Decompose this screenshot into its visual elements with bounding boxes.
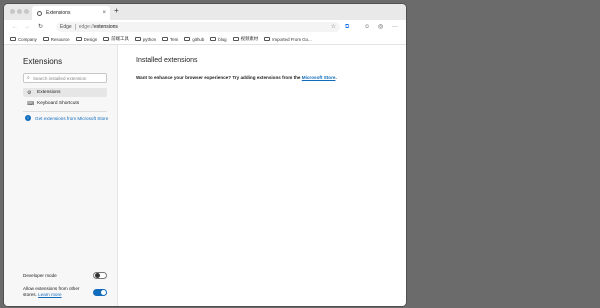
- tab-bar: Extensions × +: [4, 4, 406, 20]
- sidebar-item-keyboard-shortcuts[interactable]: ⌨ Keyboard Shortcuts: [23, 99, 107, 108]
- folder-icon: [10, 37, 16, 41]
- bookmarks-bar: Company Resource Design 前端工具 python Tem …: [4, 34, 406, 45]
- folder-icon: [210, 37, 217, 41]
- allow-other-stores-row: Allow extensions from other stores. Lear…: [23, 286, 107, 298]
- sidebar-title: Extensions: [23, 57, 63, 66]
- folder-icon: [42, 37, 49, 41]
- empty-state-text: Want to enhance your browser experience?…: [136, 75, 302, 80]
- tab-title: Extensions: [46, 10, 71, 16]
- bookmark-folder[interactable]: blog: [210, 36, 227, 42]
- url-host: extensions: [93, 24, 118, 30]
- bookmark-folder[interactable]: github: [184, 37, 204, 42]
- folder-icon: [264, 37, 271, 41]
- folder-icon: [103, 37, 110, 41]
- extensions-toolbar-icon[interactable]: ⧉: [345, 23, 349, 31]
- omnibox-divider: [74, 24, 76, 30]
- extensions-page: Extensions ⌕ ⚙ Extensions ⌨ Keyboard Sho…: [4, 45, 406, 306]
- info-icon: i: [25, 115, 31, 121]
- search-box[interactable]: ⌕: [23, 73, 107, 83]
- sidebar-item-label: Extensions: [37, 90, 61, 95]
- new-tab-button[interactable]: +: [114, 7, 119, 15]
- bookmark-folder[interactable]: Resource: [42, 36, 70, 42]
- bookmark-label: github: [192, 36, 205, 42]
- developer-mode-row: Developer mode: [23, 272, 107, 279]
- bookmark-label: Tem: [170, 36, 179, 42]
- bookmark-folder[interactable]: 视频素材: [232, 36, 259, 42]
- address-toolbar: ← → ↻ Edge edge:// extensions ☆ ⧉ ☺ ◎ ··…: [4, 20, 406, 34]
- folder-icon: [232, 37, 239, 41]
- bookmark-label: blog: [218, 36, 227, 42]
- maximize-window-button[interactable]: [24, 9, 29, 14]
- get-extensions-label: Get extensions from Microsoft Store: [35, 115, 109, 121]
- reload-icon[interactable]: ↻: [38, 23, 43, 31]
- bookmark-folder[interactable]: Imported From Go...: [264, 37, 312, 42]
- extensions-favicon-icon: [37, 10, 42, 16]
- gear-icon: ⚙: [27, 89, 32, 96]
- bookmark-label: Design: [83, 36, 98, 42]
- edge-label: Edge: [60, 24, 72, 30]
- main-content: Installed extensions Want to enhance you…: [118, 45, 406, 306]
- allow-other-stores-text: Allow extensions from other stores. Lear…: [23, 286, 85, 298]
- microsoft-store-link[interactable]: Microsoft Store: [302, 75, 336, 80]
- folder-icon: [75, 37, 82, 41]
- sidebar-item-label: Keyboard Shortcuts: [37, 101, 80, 106]
- bookmark-label: Imported From Go...: [272, 36, 312, 42]
- folder-icon: [134, 37, 141, 41]
- search-input[interactable]: [32, 75, 103, 81]
- bookmark-folder[interactable]: python: [134, 36, 157, 42]
- search-icon: ⌕: [27, 75, 30, 81]
- bookmark-folder[interactable]: Design: [75, 36, 98, 42]
- bookmark-label: 前端工具: [111, 36, 129, 41]
- bookmark-label: Resource: [50, 36, 70, 42]
- forward-arrow-icon[interactable]: →: [24, 23, 30, 31]
- folder-icon: [162, 37, 169, 41]
- browser-window: Extensions × + ← → ↻ Edge edge:// extens…: [4, 4, 406, 306]
- toggle-knob: [95, 273, 100, 278]
- sidebar-divider: [23, 111, 107, 112]
- page-title: Installed extensions: [136, 57, 198, 64]
- folder-icon: [184, 37, 191, 41]
- menu-icon[interactable]: ···: [392, 23, 398, 31]
- learn-more-link[interactable]: Learn more: [38, 292, 62, 297]
- address-bar[interactable]: Edge edge:// extensions ☆: [56, 22, 340, 32]
- favorite-star-icon[interactable]: ☆: [331, 23, 336, 30]
- profile-icon[interactable]: ☺: [364, 23, 370, 31]
- developer-mode-toggle[interactable]: [93, 272, 107, 279]
- developer-mode-label: Developer mode: [23, 273, 57, 278]
- sidebar-item-extensions[interactable]: ⚙ Extensions: [23, 88, 107, 97]
- bookmark-label: python: [142, 36, 157, 42]
- bookmark-folder[interactable]: Company: [10, 37, 37, 42]
- empty-state-message: Want to enhance your browser experience?…: [136, 75, 337, 80]
- close-window-button[interactable]: [10, 9, 15, 14]
- bookmark-folder[interactable]: Tem: [162, 37, 178, 42]
- back-arrow-icon[interactable]: ←: [12, 23, 18, 31]
- allow-other-stores-toggle[interactable]: [93, 289, 107, 296]
- url-scheme: edge://: [78, 24, 94, 30]
- toggle-knob: [101, 290, 106, 295]
- close-tab-icon[interactable]: ×: [102, 10, 106, 16]
- tab-extensions[interactable]: Extensions ×: [32, 6, 110, 20]
- keyboard-icon: ⌨: [27, 100, 35, 107]
- extensions-sidebar: Extensions ⌕ ⚙ Extensions ⌨ Keyboard Sho…: [4, 45, 118, 306]
- get-extensions-link[interactable]: i Get extensions from Microsoft Store: [25, 115, 108, 121]
- copilot-icon[interactable]: ◎: [378, 23, 383, 31]
- empty-state-text-end: .: [335, 75, 337, 80]
- bookmark-folder[interactable]: 前端工具: [103, 36, 129, 42]
- bookmark-label: Company: [18, 36, 37, 42]
- minimize-window-button[interactable]: [17, 9, 22, 14]
- bookmark-label: 视频素材: [240, 36, 259, 41]
